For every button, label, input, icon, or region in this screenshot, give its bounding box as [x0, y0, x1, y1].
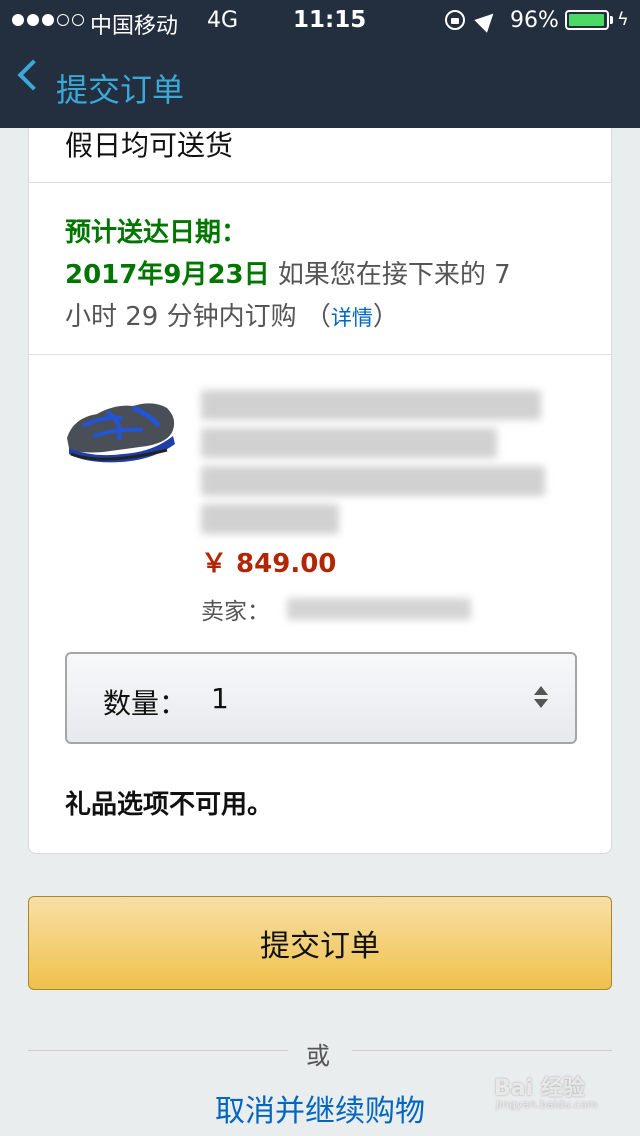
eta-text: 如果您在接下来的 7 — [269, 260, 511, 290]
submit-order-button[interactable]: 提交订单 — [28, 896, 612, 990]
eta-line: 2017年9月23日 如果您在接下来的 7 — [65, 254, 511, 291]
quantity-label: 数量： — [103, 687, 188, 720]
select-arrows-icon — [533, 684, 549, 712]
product-image[interactable] — [63, 396, 179, 466]
back-chevron-icon[interactable] — [17, 59, 49, 91]
order-card: 假日均可送货 预计送达日期： 2017年9月23日 如果您在接下来的 7 小时 … — [28, 128, 612, 854]
eta-text: 小时 29 分钟内订购 （ — [65, 302, 331, 332]
battery-cap — [610, 16, 613, 24]
eta-text: ） — [372, 302, 399, 332]
signal-strength-icon — [12, 9, 84, 26]
battery-percent: 96% — [510, 8, 559, 33]
top-bar: 中国移动 4G 11:15 96% ϟ 提交订单 — [0, 0, 640, 128]
product-title-redacted[interactable] — [201, 390, 541, 420]
carrier-name: 中国移动 — [90, 14, 179, 39]
battery-icon — [565, 10, 609, 30]
location-arrow-icon — [474, 7, 500, 33]
divider — [29, 354, 611, 355]
rotation-lock-icon — [445, 10, 465, 30]
seller-name-redacted — [287, 598, 471, 620]
details-link[interactable]: 详情 — [331, 306, 373, 330]
product-title-redacted[interactable] — [201, 504, 339, 534]
page-title[interactable]: 提交订单 — [56, 65, 184, 111]
divider — [28, 1050, 288, 1051]
quantity-value: 1 — [211, 682, 229, 715]
divider — [352, 1050, 612, 1051]
watermark-subtext: jingyan.baidu.com — [496, 1098, 598, 1111]
charging-bolt-icon: ϟ — [617, 9, 629, 30]
product-price: ￥ 849.00 — [201, 549, 337, 579]
baidu-watermark: Bai 经验 jingyan.baidu.com — [494, 1066, 610, 1116]
eta-date: 2017年9月23日 — [65, 260, 270, 290]
quantity-select[interactable]: 数量： 1 — [65, 652, 577, 744]
network-type: 4G — [207, 8, 239, 33]
or-separator: 或 — [306, 1042, 330, 1070]
status-time: 11:15 — [293, 7, 367, 33]
seller-label: 卖家： — [201, 599, 270, 625]
delivery-note: 假日均可送货 — [65, 129, 234, 162]
product-title-redacted[interactable] — [201, 466, 545, 496]
product-title-redacted[interactable] — [201, 428, 497, 458]
nav-bar: 提交订单 — [0, 48, 640, 118]
divider — [29, 182, 611, 183]
eta-label: 预计送达日期： — [65, 218, 248, 248]
status-bar: 中国移动 4G 11:15 96% ϟ — [0, 0, 640, 40]
eta-line: 小时 29 分钟内订购 （详情） — [65, 296, 399, 333]
gift-options-note: 礼品选项不可用。 — [65, 790, 274, 820]
